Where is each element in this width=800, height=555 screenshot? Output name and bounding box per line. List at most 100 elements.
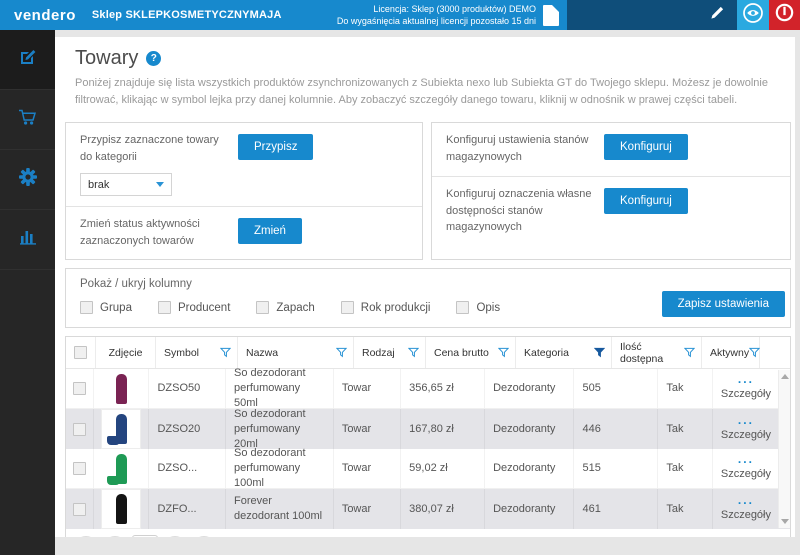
checkbox-opis[interactable]: Opis [456,301,500,314]
checkbox-producent[interactable]: Producent [158,301,230,314]
sidebar-item-settings[interactable] [0,150,55,210]
cap-shape [107,436,120,445]
select-all-checkbox[interactable] [74,346,87,359]
change-status-label: Zmień status aktywności zaznaczonych tow… [80,216,230,249]
stock-configure-button[interactable]: Konfiguruj [604,134,688,160]
power-icon [774,2,795,28]
change-status-button[interactable]: Zmień [238,218,302,244]
panel-right: Konfiguruj ustawienia stanów magazynowyc… [431,122,791,260]
edit-pencil-icon[interactable] [710,5,725,25]
header-nazwa: Nazwa [238,337,354,368]
row-cell-category: Dezodoranty [485,449,574,488]
availability-label: Konfiguruj oznaczenia własne dostępności… [446,186,596,236]
header-label: Zdjęcie [109,347,143,359]
row-more-button[interactable]: ... [738,375,754,383]
license-line1: Licencja: Sklep (3000 produktów) DEMO [337,3,536,15]
pager-last-button[interactable] [192,536,216,537]
row-cell-category: Dezodoranty [485,409,574,449]
row-cell-image [94,409,150,449]
help-icon[interactable]: ? [146,51,161,66]
checkbox-label: Opis [476,302,500,314]
license-line2: Do wygaśnięcia aktualnej licencji pozost… [337,15,536,27]
checkbox-box [80,301,93,314]
filter-icon-aktywny[interactable] [749,347,760,358]
filter-icon-symbol[interactable] [220,347,231,358]
row-cell-image [94,489,150,529]
category-dropdown[interactable]: brak [80,173,172,196]
chart-icon [18,227,38,252]
row-details-link[interactable]: Szczegóły [721,387,771,402]
shop-name: Sklep SKLEPKOSMETYCZNYMAJA [92,9,282,21]
filter-icon-ilosc[interactable] [684,347,695,358]
row-checkbox[interactable] [73,423,86,436]
row-more-button[interactable]: ... [738,455,754,463]
checkbox-rok-produkcji[interactable]: Rok produkcji [341,301,431,314]
topbar-spacer [282,0,329,30]
row-cell-actions: ... Szczegóły [713,409,777,449]
table-header-row: Zdjęcie Symbol Nazwa Rodzaj Cena brutto … [66,337,790,369]
filter-icon-nazwa[interactable] [336,347,347,358]
table-scrollbar[interactable] [778,370,790,528]
row-more-button[interactable]: ... [738,496,754,504]
save-settings-button[interactable]: Zapisz ustawienia [662,291,785,317]
checkbox-label: Grupa [100,302,132,314]
pager-first-button[interactable] [74,536,98,537]
stock-settings-left: Konfiguruj ustawienia stanów magazynowyc… [446,132,604,165]
row-cell-actions: ... Szczegóły [713,449,777,488]
row-cell-category: Dezodoranty [485,489,574,529]
topbar: vendero Sklep SKLEPKOSMETYCZNYMAJA Licen… [0,0,800,30]
page-description: Poniżej znajduje się lista wszystkich pr… [75,75,775,109]
row-cell-price: 380,07 zł [401,489,485,529]
row-checkbox[interactable] [73,462,86,475]
eye-icon [742,2,764,29]
scroll-up-icon[interactable] [781,374,789,379]
header-label: Aktywny [710,347,749,359]
availability-configure-button[interactable]: Konfiguruj [604,188,688,214]
preview-shop-button[interactable] [737,0,769,30]
header-label: Nazwa [246,347,278,359]
sidebar-item-statistics[interactable] [0,210,55,270]
header-label: Symbol [164,347,199,359]
checkbox-zapach[interactable]: Zapach [256,301,314,314]
row-details-link[interactable]: Szczegóły [721,428,771,443]
header-ilosc-dostepna: Ilość dostępna [612,337,702,368]
panel-left: Przypisz zaznaczone towary do kategorii … [65,122,423,260]
change-status-left: Zmień status aktywności zaznaczonych tow… [80,216,238,249]
sidebar-item-orders[interactable] [0,90,55,150]
document-icon [543,5,559,26]
header-aktywny: Aktywny [702,337,760,368]
stock-settings-row: Konfiguruj ustawienia stanów magazynowyc… [432,123,790,176]
row-cell-checkbox [66,409,94,449]
row-more-button[interactable]: ... [738,416,754,424]
assign-button[interactable]: Przypisz [238,134,313,160]
table-row: DZSO... So dezodorant perfumowany 100ml … [66,449,790,489]
filter-icon-rodzaj[interactable] [408,347,419,358]
pager-current-page[interactable]: 1 [132,535,158,537]
main-area: Towary ? Poniżej znajduje się lista wszy… [55,30,800,555]
filter-icon-kategoria-active[interactable] [594,347,605,358]
gear-icon [18,167,38,192]
header-cena-brutto: Cena brutto [426,337,516,368]
row-cell-symbol: DZFO... [149,489,226,529]
row-details-link[interactable]: Szczegóły [721,467,771,482]
header-label: Kategoria [524,347,569,359]
row-checkbox[interactable] [73,382,86,395]
row-cell-name: So dezodorant perfumowany 50ml [226,369,334,408]
pager-next-button[interactable] [163,536,187,537]
row-cell-active: Tak [658,449,713,488]
row-cell-type: Towar [334,449,401,488]
row-cell-quantity: 505 [574,369,658,408]
filter-icon-cena[interactable] [498,347,509,358]
license-info[interactable]: Licencja: Sklep (3000 produktów) DEMO Do… [329,0,567,30]
row-checkbox[interactable] [73,503,86,516]
row-cell-type: Towar [334,369,401,408]
cart-icon [18,107,38,132]
change-status-row: Zmień status aktywności zaznaczonych tow… [66,206,422,259]
logout-button[interactable] [769,0,800,30]
checkbox-grupa[interactable]: Grupa [80,301,132,314]
bottle-shape [116,374,127,404]
scroll-down-icon[interactable] [781,519,789,524]
row-details-link[interactable]: Szczegóły [721,508,771,523]
sidebar-item-products[interactable] [0,30,55,90]
pager-prev-button[interactable] [103,536,127,537]
